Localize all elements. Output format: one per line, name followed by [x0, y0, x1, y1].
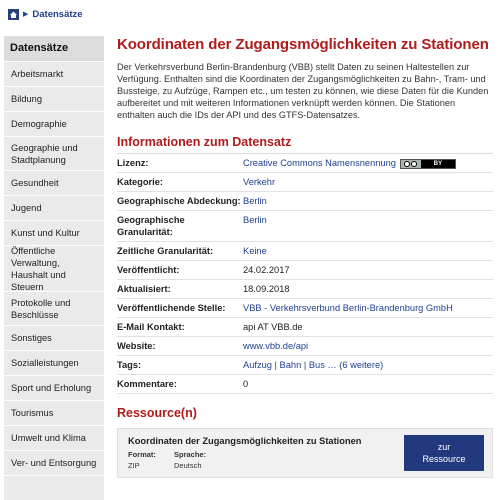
resource-language-label: Sprache:: [174, 450, 207, 459]
cc-logo-icon: [400, 159, 421, 168]
button-line-2: Ressource: [422, 454, 466, 464]
info-row: Zeitliche Granularität: Keine: [117, 242, 493, 261]
info-row: Kategorie: Verkehr: [117, 173, 493, 192]
info-row: E-Mail Kontakt: api AT VBB.de: [117, 318, 493, 337]
info-key: Kommentare:: [117, 379, 177, 389]
sidebar-list: Arbeitsmarkt Bildung Demographie Geographie…: [4, 62, 104, 476]
home-icon[interactable]: [8, 8, 19, 20]
breadcrumb-arrow-icon: ▶: [23, 11, 29, 18]
resource-language-value: Deutsch: [174, 461, 202, 470]
info-row: Lizenz: Creative Commons Namensnennung BY: [117, 154, 493, 173]
info-row: Veröffentlichende Stelle: VBB - Verkehrsv…: [117, 299, 493, 318]
info-key: Lizenz:: [117, 158, 149, 168]
info-value: api AT VBB.de: [243, 322, 303, 332]
page-title: Koordinaten der Zugangsmöglichkeiten zu …: [117, 36, 489, 53]
info-value-link[interactable]: Verkehr: [243, 177, 275, 187]
go-to-resource-button[interactable]: zur Ressource: [404, 435, 484, 471]
info-value-cell: www.vbb.de/api: [243, 340, 493, 352]
info-value-cell: api AT VBB.de: [243, 321, 493, 333]
info-key: Veröffentlichende Stelle:: [117, 303, 226, 313]
info-section-title: Informationen zum Datensatz: [117, 135, 292, 149]
info-row: Kommentare: 0: [117, 375, 493, 394]
info-section: Informationen zum Datensatz Lizenz: Creat…: [117, 135, 493, 394]
info-table: Lizenz: Creative Commons Namensnennung BY K…: [117, 153, 493, 394]
resource-card: Koordinaten der Zugangsmöglichkeiten zu …: [117, 428, 493, 478]
sidebar: Datensätze Arbeitsmarkt Bildung Demographi…: [4, 36, 104, 500]
info-value-cell: Creative Commons Namensnennung BY: [243, 157, 493, 169]
sidebar-item[interactable]: Jugend: [4, 196, 104, 221]
info-row: Tags: Aufzug | Bahn | Bus … (6 weitere): [117, 356, 493, 375]
resource-section: Ressource(n) Koordinaten der Zugangsmögl…: [117, 406, 493, 478]
info-value-link[interactable]: Berlin: [243, 196, 267, 206]
main-content: Koordinaten der Zugangsmöglichkeiten zu …: [117, 36, 493, 478]
info-key: Zeitliche Granularität:: [117, 246, 214, 256]
resource-title: Koordinaten der Zugangsmöglichkeiten zu …: [128, 436, 362, 446]
info-value: 24.02.2017: [243, 265, 290, 275]
sidebar-item[interactable]: Umwelt und Klima: [4, 426, 104, 451]
info-key: Veröffentlicht:: [117, 265, 180, 275]
info-value-link[interactable]: Creative Commons Namensnennung: [243, 158, 396, 168]
sidebar-item[interactable]: Bildung: [4, 87, 104, 112]
info-row: Geographische Abdeckung: Berlin: [117, 192, 493, 211]
info-value-cell: Verkehr: [243, 176, 493, 188]
sidebar-item[interactable]: Ver- und Entsorgung: [4, 451, 104, 476]
breadcrumb-link-datensaetze[interactable]: Datensätze: [32, 9, 82, 20]
info-value-link[interactable]: VBB - Verkehrsverbund Berlin-Brandenburg…: [243, 303, 453, 313]
sidebar-item[interactable]: Sport und Erholung: [4, 376, 104, 401]
sidebar-title: Datensätze: [4, 36, 104, 62]
resource-format-value: ZIP: [128, 461, 140, 470]
info-value-link[interactable]: www.vbb.de/api: [243, 341, 308, 351]
info-value-link[interactable]: Aufzug | Bahn | Bus … (6 weitere): [243, 360, 383, 370]
sidebar-item[interactable]: Sonstiges: [4, 326, 104, 351]
button-line-1: zur: [437, 442, 451, 452]
resource-section-title: Ressource(n): [117, 406, 197, 420]
info-value-cell: 24.02.2017: [243, 264, 493, 276]
cc-by-label: BY: [433, 160, 443, 167]
info-row: Veröffentlicht: 24.02.2017: [117, 261, 493, 280]
info-row: Aktualisiert: 18.09.2018: [117, 280, 493, 299]
info-key: Aktualisiert:: [117, 284, 171, 294]
info-value-cell: 0: [243, 378, 493, 390]
info-value-cell: Aufzug | Bahn | Bus … (6 weitere): [243, 359, 493, 371]
sidebar-item[interactable]: Öffentliche Verwaltung, Haushalt und Ste…: [4, 246, 104, 292]
sidebar-item[interactable]: Geographie und Stadtplanung: [4, 137, 104, 171]
info-value-link[interactable]: Berlin: [243, 215, 267, 225]
info-key: Geographische Granularität:: [117, 215, 185, 237]
info-key: Kategorie:: [117, 177, 163, 187]
cc-license-icon[interactable]: BY: [399, 158, 456, 169]
breadcrumb: ▶ Datensätze: [8, 7, 83, 21]
info-row: Geographische Granularität: Berlin: [117, 211, 493, 242]
info-value-cell: Berlin: [243, 214, 493, 238]
sidebar-item[interactable]: Gesundheit: [4, 171, 104, 196]
info-value: 0: [243, 379, 249, 389]
sidebar-item[interactable]: Demographie: [4, 112, 104, 137]
info-row: Website: www.vbb.de/api: [117, 337, 493, 356]
info-value-cell: 18.09.2018: [243, 283, 493, 295]
sidebar-item[interactable]: Arbeitsmarkt: [4, 62, 104, 87]
info-key: E-Mail Kontakt:: [117, 322, 185, 332]
sidebar-item[interactable]: Tourismus: [4, 401, 104, 426]
info-key: Tags:: [117, 360, 142, 370]
info-key: Website:: [117, 341, 156, 351]
resource-format-label: Format:: [128, 450, 156, 459]
sidebar-item[interactable]: Protokolle und Beschlüsse: [4, 292, 104, 326]
info-value-cell: Berlin: [243, 195, 493, 207]
sidebar-item[interactable]: Sozialleistungen: [4, 351, 104, 376]
info-value-link[interactable]: Keine: [243, 246, 267, 256]
info-key: Geographische Abdeckung:: [117, 196, 241, 206]
info-value: 18.09.2018: [243, 284, 290, 294]
dataset-description: Der Verkehrsverbund Berlin-Brandenburg (…: [117, 62, 489, 120]
info-value-cell: Keine: [243, 245, 493, 257]
sidebar-item[interactable]: Kunst und Kultur: [4, 221, 104, 246]
info-value-cell: VBB - Verkehrsverbund Berlin-Brandenburg…: [243, 302, 493, 314]
